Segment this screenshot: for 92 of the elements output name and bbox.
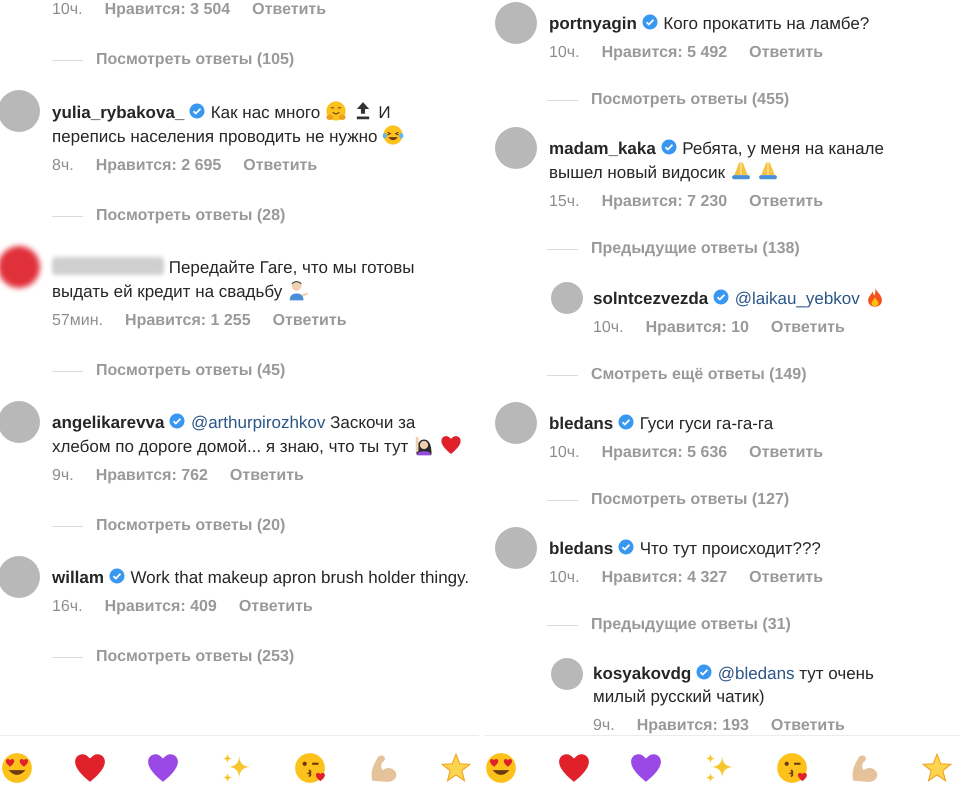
comment-text: вышел новый видосик	[549, 163, 726, 182]
likes-count[interactable]: Нравится: 762	[96, 466, 208, 486]
reply-link[interactable]: Ответить	[252, 0, 326, 20]
username[interactable]: bledans	[549, 414, 614, 433]
likes-count[interactable]: Нравится: 2 695	[96, 156, 222, 176]
kissing-face-icon[interactable]	[292, 751, 327, 785]
avatar[interactable]	[0, 246, 40, 288]
comment-time: 10ч.	[549, 43, 580, 63]
avatar[interactable]	[551, 658, 583, 690]
comment-text: выдать ей кредит на свадьбу	[52, 282, 282, 301]
comment-time: 9ч.	[52, 466, 74, 486]
likes-count[interactable]: Нравится: 5 492	[602, 43, 728, 63]
comment-time: 10ч.	[593, 318, 624, 338]
comment-time: 15ч.	[549, 192, 580, 212]
view-replies-link[interactable]: Смотреть ещё ответы (149)	[591, 365, 807, 385]
view-replies-link[interactable]: Посмотреть ответы (127)	[591, 490, 790, 510]
reply-link[interactable]: Ответить	[272, 311, 347, 331]
view-replies-link[interactable]: Посмотреть ответы (45)	[96, 361, 286, 381]
username[interactable]: solntcezvezda	[593, 289, 708, 308]
star-icon[interactable]	[438, 751, 473, 785]
avatar[interactable]	[495, 402, 537, 444]
likes-count[interactable]: Нравится: 7 230	[602, 192, 728, 212]
comment-text: тут очень	[799, 664, 874, 683]
comment-text: Work that makeup apron brush	[130, 568, 364, 587]
kissing-face-icon[interactable]	[774, 751, 809, 785]
comment-text: Ребята, у меня на канале	[682, 139, 884, 158]
comment-time: 57мин.	[52, 311, 104, 331]
shrugging-person-icon	[286, 279, 309, 301]
avatar[interactable]	[0, 401, 40, 443]
reply-link[interactable]: Ответить	[749, 568, 824, 588]
username[interactable]: angelikarevva	[52, 413, 164, 432]
likes-count[interactable]: Нравится: 1 255	[125, 311, 251, 331]
reply-link[interactable]: Ответить	[749, 192, 824, 212]
likes-count[interactable]: Нравится: 193	[636, 716, 749, 735]
view-replies-link[interactable]: Посмотреть ответы (253)	[96, 647, 294, 667]
comment-text: хлебом по дороге домой... я знаю, что ты	[52, 437, 380, 456]
comment-time: 8ч.	[52, 156, 74, 176]
comment-text: Кого прокатить на ламбе?	[663, 14, 870, 33]
star-icon[interactable]	[920, 751, 954, 785]
comment-text: Заскочи за	[330, 413, 416, 432]
username[interactable]: kosyakovdg	[593, 664, 692, 683]
likes-count[interactable]: Нравится: 4 327	[602, 568, 728, 588]
reply-link[interactable]: Ответить	[749, 43, 824, 63]
view-replies-link[interactable]: Посмотреть ответы (105)	[96, 50, 294, 70]
reply-link[interactable]: Ответить	[243, 156, 318, 176]
mention-link[interactable]: @bledans	[718, 664, 795, 683]
reply-link[interactable]: Ответить	[230, 466, 304, 486]
likes-count[interactable]: Нравится: 10	[646, 318, 749, 338]
avatar[interactable]	[0, 556, 40, 598]
view-replies-link[interactable]: Посмотреть ответы (455)	[591, 90, 790, 110]
reply-link[interactable]: Ответить	[238, 597, 313, 617]
username[interactable]: yulia_rybakova_	[52, 103, 184, 122]
avatar[interactable]	[551, 282, 583, 314]
avatar[interactable]	[495, 127, 537, 169]
username[interactable]: bledans	[549, 539, 614, 558]
comment-text: holder thingy.	[368, 568, 470, 587]
avatar[interactable]	[495, 527, 537, 569]
comment-text: Как нас много	[210, 103, 320, 122]
reply-link[interactable]: Ответить	[770, 716, 845, 735]
comment-time: 10ч.	[549, 443, 580, 463]
view-replies-link[interactable]: Предыдущие ответы (31)	[591, 615, 791, 635]
view-replies-link[interactable]: Посмотреть ответы (28)	[96, 206, 286, 226]
likes-count[interactable]: Нравится: 409	[104, 597, 217, 617]
comment-text: Что тут происходит???	[640, 539, 821, 558]
comment-text: И	[378, 103, 391, 122]
comment-time: 10ч.	[549, 568, 580, 588]
comment-text: Гуси гуси га-га-га	[640, 414, 774, 433]
laughing-face-icon	[382, 124, 404, 146]
heart-eyes-face-icon[interactable]	[484, 751, 518, 785]
heart-eyes-face-icon[interactable]	[0, 751, 34, 785]
comment-time: 10ч.	[52, 0, 83, 20]
mention-link[interactable]: @arthurpirozhkov	[190, 413, 326, 432]
likes-count[interactable]: Нравится: 5 636	[602, 443, 728, 463]
mention-link[interactable]: @laikau_yebkov	[734, 289, 860, 308]
comment-time: 16ч.	[52, 597, 83, 617]
comment-text: перепись населения проводить не нужно	[52, 127, 378, 146]
avatar[interactable]	[0, 90, 40, 132]
username[interactable]: portnyagin	[549, 14, 637, 33]
username[interactable]: willam	[52, 568, 104, 587]
comment-text: милый русский чатик)	[593, 687, 765, 706]
reply-link[interactable]: Ответить	[749, 443, 824, 463]
hugging-face-icon	[324, 100, 347, 122]
heart-icon	[440, 434, 462, 456]
comment-text: Передайте Гаге, что мы готовы	[168, 258, 414, 277]
avatar[interactable]	[495, 2, 537, 44]
username[interactable]: madam_kaka	[549, 139, 656, 158]
comment-text: тут	[384, 437, 408, 456]
likes-count[interactable]: Нравится: 3 504	[104, 0, 230, 20]
view-replies-link[interactable]: Предыдущие ответы (138)	[591, 239, 800, 259]
view-replies-link[interactable]: Посмотреть ответы (20)	[96, 516, 286, 536]
comment-time: 9ч.	[593, 716, 615, 735]
reply-link[interactable]: Ответить	[770, 318, 845, 338]
